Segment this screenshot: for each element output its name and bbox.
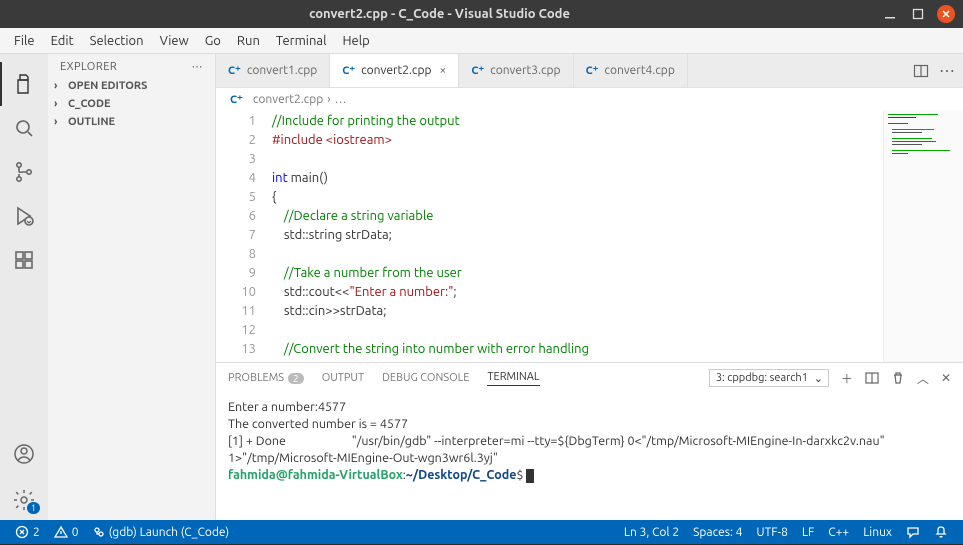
cpp-file-icon: C⁺ [228,64,241,77]
search-icon[interactable] [0,106,48,150]
chevron-right-icon: › [54,116,68,128]
editor[interactable]: 1234567891011121314 //Include for printi… [216,110,963,362]
status-os[interactable]: Linux [856,525,899,539]
menu-help[interactable]: Help [334,34,377,48]
cpp-file-icon: C⁺ [471,64,484,77]
minimap[interactable] [883,110,963,362]
editor-tabs: C⁺convert1.cppC⁺convert2.cpp×C⁺convert3.… [216,54,963,88]
editor-main: C⁺convert1.cppC⁺convert2.cpp×C⁺convert3.… [216,54,963,520]
menu-edit[interactable]: Edit [43,34,82,48]
sidebar-section-open-editors[interactable]: ›OPEN EDITORS [48,77,215,95]
tab-convert2-cpp[interactable]: C⁺convert2.cpp× [330,54,459,87]
sidebar-header: EXPLORER ⋯ [48,54,215,77]
status-feedback-icon[interactable] [899,525,927,539]
terminal-cursor [526,469,534,483]
window-maximize-button[interactable] [909,5,927,23]
activity-bar: 1 [0,54,48,520]
status-launch-config[interactable]: (gdb) Launch (C_Code) [86,526,237,539]
panel-close-button[interactable]: ✕ [941,371,951,385]
problems-count-badge: 2 [288,373,304,384]
status-bell-icon[interactable] [927,525,955,539]
trash-icon[interactable] [891,371,905,385]
run-debug-icon[interactable] [0,194,48,238]
menu-run[interactable]: Run [229,34,268,48]
bottom-panel: PROBLEMS2 OUTPUT DEBUG CONSOLE TERMINAL … [216,362,963,520]
cpp-file-icon: C⁺ [342,64,355,77]
tab-problems[interactable]: PROBLEMS2 [228,372,304,384]
sidebar: EXPLORER ⋯ ›OPEN EDITORS›C_CODE›OUTLINE [48,54,216,520]
sidebar-header-label: EXPLORER [60,61,117,73]
tab-convert3-cpp[interactable]: C⁺convert3.cpp [459,54,573,87]
new-terminal-button[interactable]: ＋ [841,370,853,387]
status-indentation[interactable]: Spaces: 4 [686,525,749,539]
chevron-down-icon: ⌄ [814,372,823,385]
status-bar: 2 0 (gdb) Launch (C_Code) Ln 3, Col 2 Sp… [0,520,963,544]
tab-convert4-cpp[interactable]: C⁺convert4.cpp [574,54,688,87]
breadcrumb[interactable]: C⁺ convert2.cpp › … [216,88,963,110]
cpp-file-icon: C⁺ [586,64,599,77]
split-editor-icon[interactable] [913,63,929,79]
breadcrumb-more: … [335,93,347,106]
terminal-output[interactable]: Enter a number:4577The converted number … [216,393,963,520]
sidebar-section-outline[interactable]: ›OUTLINE [48,113,215,131]
status-language[interactable]: C++ [821,525,856,539]
accounts-icon[interactable] [0,432,48,476]
chevron-right-icon: › [54,80,68,92]
breadcrumb-file: convert2.cpp [253,93,323,106]
chevron-right-icon: › [327,93,330,106]
menu-go[interactable]: Go [197,34,229,48]
menu-bar: FileEditSelectionViewGoRunTerminalHelp [0,28,963,54]
sidebar-more-icon[interactable]: ⋯ [192,60,204,73]
window-close-button[interactable] [937,5,955,23]
menu-view[interactable]: View [152,34,197,48]
line-number-gutter: 1234567891011121314 [216,110,272,362]
tab-terminal[interactable]: TERMINAL [487,371,539,386]
split-terminal-button[interactable] [865,371,879,385]
sidebar-section-c_code[interactable]: ›C_CODE [48,95,215,113]
settings-badge: 1 [27,502,40,514]
status-eol[interactable]: LF [795,525,821,539]
window-minimize-button[interactable] [881,5,899,23]
status-cursor-position[interactable]: Ln 3, Col 2 [617,525,686,539]
window-title: convert2.cpp - C_Code - Visual Studio Co… [8,7,871,21]
window-titlebar: convert2.cpp - C_Code - Visual Studio Co… [0,0,963,28]
status-warnings[interactable]: 0 [47,525,86,539]
status-errors[interactable]: 2 [8,525,47,539]
extensions-icon[interactable] [0,238,48,282]
menu-selection[interactable]: Selection [82,34,152,48]
source-control-icon[interactable] [0,150,48,194]
tab-debug-console[interactable]: DEBUG CONSOLE [382,372,469,384]
menu-file[interactable]: File [6,34,43,48]
chevron-right-icon: › [54,98,68,110]
tab-output[interactable]: OUTPUT [322,372,364,384]
terminal-selector[interactable]: 3: cppdbg: search1 ⌄ [709,369,829,387]
explorer-icon[interactable] [0,62,48,106]
cpp-file-icon: C⁺ [230,93,243,106]
panel-tabs: PROBLEMS2 OUTPUT DEBUG CONSOLE TERMINAL … [216,363,963,393]
status-encoding[interactable]: UTF-8 [749,525,794,539]
code-area[interactable]: //Include for printing the output#includ… [272,110,883,362]
tab-close-icon[interactable]: × [440,64,447,77]
more-actions-icon[interactable]: ⋯ [939,61,955,80]
menu-terminal[interactable]: Terminal [268,34,335,48]
tab-convert1-cpp[interactable]: C⁺convert1.cpp [216,54,330,87]
settings-icon[interactable]: 1 [0,480,48,520]
panel-maximize-button[interactable]: ︿ [917,370,929,387]
